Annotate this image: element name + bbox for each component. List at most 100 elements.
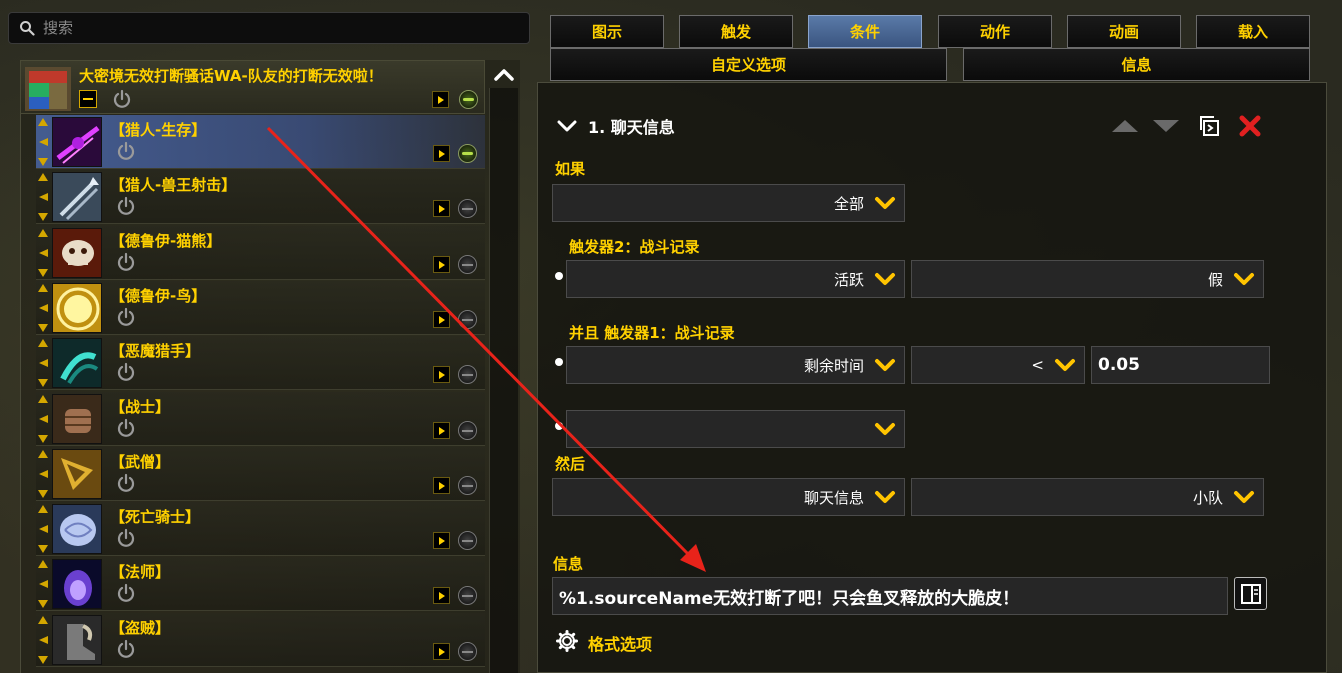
trigger1-value-input-box[interactable]	[1091, 346, 1270, 384]
aura-row[interactable]: 【法师】	[36, 557, 485, 611]
if-dropdown[interactable]: 全部	[552, 184, 905, 222]
visibility-toggle[interactable]	[458, 144, 477, 163]
triangle-up-icon[interactable]	[37, 394, 49, 404]
tab-display[interactable]: 图示	[550, 15, 664, 48]
reorder-arrows[interactable]	[36, 559, 50, 609]
triangle-down-icon[interactable]	[37, 268, 49, 278]
power-icon[interactable]	[116, 583, 136, 603]
triangle-down-icon[interactable]	[37, 544, 49, 554]
aura-row[interactable]: 【武僧】	[36, 447, 485, 501]
triangle-down-icon[interactable]	[37, 489, 49, 499]
power-icon[interactable]	[116, 639, 136, 659]
visibility-toggle[interactable]	[458, 199, 477, 218]
tab-load[interactable]: 载入	[1196, 15, 1310, 48]
visibility-toggle[interactable]	[458, 476, 477, 495]
triangle-left-icon[interactable]	[37, 303, 49, 313]
reorder-arrows[interactable]	[36, 117, 50, 167]
visibility-toggle[interactable]	[458, 531, 477, 550]
then-channel-dropdown[interactable]: 小队	[911, 478, 1264, 516]
expand-arrow-button[interactable]	[433, 532, 450, 549]
expand-arrow-button[interactable]	[433, 587, 450, 604]
tab-information[interactable]: 信息	[963, 48, 1310, 81]
triangle-down-icon[interactable]	[37, 655, 49, 665]
triangle-left-icon[interactable]	[37, 414, 49, 424]
chevron-down-icon[interactable]	[556, 119, 578, 133]
delete-button[interactable]	[1236, 112, 1264, 140]
triangle-up-icon[interactable]	[37, 338, 49, 348]
move-down-button[interactable]	[1151, 117, 1181, 135]
visibility-toggle[interactable]	[458, 586, 477, 605]
visibility-toggle[interactable]	[458, 421, 477, 440]
message-input[interactable]	[559, 586, 1227, 606]
aura-row[interactable]: 【死亡骑士】	[36, 502, 485, 556]
trigger2-value-dropdown[interactable]: 假	[911, 260, 1264, 298]
group-row[interactable]: 大密境无效打断骚话WA-队友的打断无效啦！	[20, 60, 485, 114]
reorder-arrows[interactable]	[36, 228, 50, 278]
visibility-toggle[interactable]	[459, 90, 478, 109]
tab-custom-options[interactable]: 自定义选项	[550, 48, 947, 81]
aura-row[interactable]: 【盗贼】	[36, 613, 485, 667]
triangle-down-icon[interactable]	[37, 323, 49, 333]
triangle-up-icon[interactable]	[37, 449, 49, 459]
aura-row[interactable]: 【德鲁伊-猫熊】	[36, 226, 485, 280]
reorder-arrows[interactable]	[36, 504, 50, 554]
message-input-box[interactable]	[552, 577, 1228, 615]
aura-row[interactable]: 【战士】	[36, 392, 485, 446]
move-up-button[interactable]	[1110, 117, 1140, 135]
power-icon[interactable]	[116, 473, 136, 493]
collapse-button[interactable]	[79, 90, 97, 108]
triangle-left-icon[interactable]	[37, 358, 49, 368]
triangle-down-icon[interactable]	[37, 378, 49, 388]
reorder-arrows[interactable]	[36, 172, 50, 222]
expand-arrow-button[interactable]	[432, 91, 449, 108]
tab-trigger[interactable]: 触发	[679, 15, 793, 48]
triangle-up-icon[interactable]	[37, 283, 49, 293]
triangle-left-icon[interactable]	[37, 579, 49, 589]
triangle-left-icon[interactable]	[37, 137, 49, 147]
aura-row[interactable]: 【猎人-兽王射击】	[36, 170, 485, 224]
power-icon[interactable]	[116, 196, 136, 216]
format-options-label[interactable]: 格式选项	[588, 631, 652, 655]
triangle-down-icon[interactable]	[37, 599, 49, 609]
power-icon[interactable]	[116, 141, 136, 161]
aura-row[interactable]: 【德鲁伊-鸟】	[36, 281, 485, 335]
triangle-up-icon[interactable]	[37, 615, 49, 625]
expand-arrow-button[interactable]	[433, 643, 450, 660]
add-condition-dropdown[interactable]	[566, 410, 905, 448]
expand-arrow-button[interactable]	[433, 200, 450, 217]
trigger2-field-dropdown[interactable]: 活跃	[566, 260, 905, 298]
trigger1-operator-dropdown[interactable]: <	[911, 346, 1085, 384]
triangle-left-icon[interactable]	[37, 192, 49, 202]
triangle-left-icon[interactable]	[37, 469, 49, 479]
power-icon[interactable]	[116, 362, 136, 382]
search-input[interactable]	[43, 19, 503, 37]
expand-arrow-button[interactable]	[433, 311, 450, 328]
expand-arrow-button[interactable]	[433, 256, 450, 273]
power-icon[interactable]	[112, 89, 132, 109]
visibility-toggle[interactable]	[458, 365, 477, 384]
reorder-arrows[interactable]	[36, 449, 50, 499]
aura-row[interactable]: 【恶魔猎手】	[36, 336, 485, 390]
triangle-up-icon[interactable]	[37, 228, 49, 238]
duplicate-button[interactable]	[1196, 113, 1222, 139]
triangle-up-icon[interactable]	[37, 559, 49, 569]
condition-header[interactable]: 1. 聊天信息	[556, 114, 675, 138]
format-options-button[interactable]	[555, 629, 579, 653]
triangle-up-icon[interactable]	[37, 117, 49, 127]
triangle-left-icon[interactable]	[37, 635, 49, 645]
reorder-arrows[interactable]	[36, 394, 50, 444]
reorder-arrows[interactable]	[36, 615, 50, 665]
expand-arrow-button[interactable]	[433, 477, 450, 494]
reorder-arrows[interactable]	[36, 283, 50, 333]
expand-arrow-button[interactable]	[433, 145, 450, 162]
triangle-up-icon[interactable]	[37, 172, 49, 182]
then-action-dropdown[interactable]: 聊天信息	[552, 478, 905, 516]
search-box[interactable]	[8, 12, 530, 44]
triangle-down-icon[interactable]	[37, 157, 49, 167]
triangle-left-icon[interactable]	[37, 248, 49, 258]
power-icon[interactable]	[116, 252, 136, 272]
power-icon[interactable]	[116, 528, 136, 548]
trigger1-field-dropdown[interactable]: 剩余时间	[566, 346, 905, 384]
trigger1-value-input[interactable]	[1098, 355, 1269, 375]
tab-conditions[interactable]: 条件	[808, 15, 922, 48]
